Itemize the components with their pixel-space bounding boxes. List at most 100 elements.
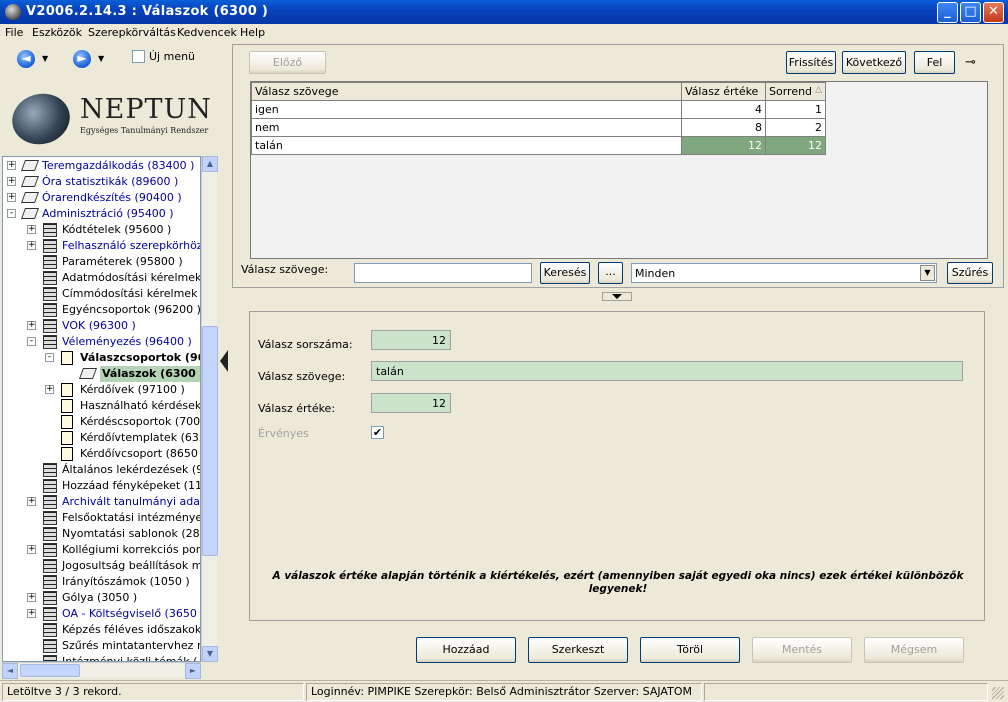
tree-item[interactable]: Felsőoktatási intézmények lis [3,510,200,526]
close-button[interactable]: ✕ [983,2,1004,23]
expand-icon[interactable]: + [27,225,36,234]
cancel-button[interactable]: Mégsem [864,637,964,663]
tree-item[interactable]: Egyéncsoportok (96200 ) [3,302,200,318]
expand-icon[interactable]: + [45,385,54,394]
panel-splitter[interactable] [218,42,230,680]
tree-item[interactable]: + Gólya (3050 ) [3,590,200,606]
column-header-value[interactable]: Válasz értéke [681,82,766,101]
answers-grid[interactable]: Válasz szövege Válasz értéke Sorrend △ i… [250,81,988,259]
expand-icon[interactable]: + [27,609,36,618]
tree-vertical-scrollbar[interactable]: ▲ ▼ [201,156,218,662]
tree-item[interactable]: Válaszok (6300 ) [3,366,200,382]
forward-dropdown-icon[interactable]: ▼ [98,54,104,63]
scroll-right-icon[interactable]: ► [185,663,201,679]
collapse-icon[interactable]: - [7,209,16,218]
tree-item[interactable]: Kérdőívcsoport (8650 ) [3,446,200,462]
collapse-icon[interactable]: - [45,353,54,362]
chevron-down-icon[interactable]: ▼ [920,265,935,281]
value-field[interactable]: 12 [371,393,451,413]
delete-button[interactable]: Töröl [640,637,740,663]
scroll-thumb[interactable] [202,326,218,556]
expand-icon[interactable]: + [27,321,36,330]
tree-item[interactable]: Jogosultság beállítások meg [3,558,200,574]
expand-icon[interactable]: + [27,497,36,506]
menu-role-switch[interactable]: Szerepkörváltás [88,26,176,39]
tree-item[interactable]: - Válaszcsoportok (96 [3,350,200,366]
order-field[interactable]: 12 [371,330,451,350]
tree-item[interactable]: Általános lekérdezések (984 [3,462,200,478]
tree-item[interactable]: Adatmódosítási kérelmek (96 [3,270,200,286]
table-row[interactable]: nem 8 2 [251,118,826,137]
expand-icon[interactable]: + [27,241,36,250]
tree-item[interactable]: Használható kérdések (9 [3,398,200,414]
collapse-detail-handle[interactable] [602,292,632,301]
arrow-right-icon[interactable]: ► [73,50,91,68]
ellipsis-button[interactable]: ... [598,262,623,284]
expand-icon[interactable]: + [7,177,16,186]
filter-button[interactable]: Szűrés [947,262,993,284]
edit-button[interactable]: Szerkeszt [528,637,628,663]
tree-item[interactable]: + Archivált tanulmányi adatok ( [3,494,200,510]
back-dropdown-icon[interactable]: ▼ [42,54,48,63]
tree-item[interactable]: Szűrés mintatantervhez rend [3,638,200,654]
up-button[interactable]: Fel [914,51,955,74]
minimize-button[interactable]: _ [937,2,958,23]
arrow-left-icon[interactable]: ◄ [17,50,35,68]
tree-item[interactable]: Címmódosítási kérelmek (96 [3,286,200,302]
prev-button[interactable]: Előző [249,51,326,74]
search-input[interactable] [354,263,532,283]
table-row-selected[interactable]: talán 12 12 [251,136,826,155]
scroll-down-icon[interactable]: ▼ [202,646,218,662]
add-button[interactable]: Hozzáad [416,637,516,663]
tree-item[interactable]: + VOK (96300 ) [3,318,200,334]
tree-item[interactable]: + Kollégiumi korrekciós pontok [3,542,200,558]
tree-item[interactable]: Kérdéscsoportok (700 ) [3,414,200,430]
filter-select[interactable]: Minden ▼ [631,263,937,283]
expand-icon[interactable]: + [7,193,16,202]
tree-item[interactable]: Képzés féléves időszakok (4 [3,622,200,638]
save-button[interactable]: Mentés [752,637,852,663]
valid-checkbox[interactable]: ✔ [371,426,384,439]
tree-item[interactable]: Hozzáad fényképeket (1140 [3,478,200,494]
navigation-tree[interactable]: + Teremgazdálkodás (83400 ) + Óra statiszti… [2,156,201,662]
refresh-button[interactable]: Frissítés [786,51,836,74]
text-field[interactable]: talán [371,361,963,381]
menu-favorites[interactable]: Kedvencek [177,26,237,39]
maximize-button[interactable]: □ [960,2,981,23]
tree-item[interactable]: - Véleményezés (96400 ) [3,334,200,350]
resize-grip-icon[interactable] [992,687,1004,699]
tree-item[interactable]: + Teremgazdálkodás (83400 ) [3,158,200,174]
tree-item[interactable]: Irányítószámok (1050 ) [3,574,200,590]
tree-item[interactable]: + Óra statisztikák (89600 ) [3,174,200,190]
scroll-left-icon[interactable]: ◄ [2,663,18,679]
menu-tools[interactable]: Eszközök [32,26,82,39]
menu-help[interactable]: Help [240,26,265,39]
tree-item[interactable]: Kérdőívtemplatek (6350 [3,430,200,446]
table-row[interactable]: igen 4 1 [251,100,826,119]
tree-item[interactable]: + Órarendkészítés (90400 ) [3,190,200,206]
next-button[interactable]: Következő [842,51,906,74]
scroll-up-icon[interactable]: ▲ [202,156,218,172]
new-menu-checkbox[interactable] [132,50,145,63]
tree-item[interactable]: + OA - Költségviselő (3650 ) [3,606,200,622]
collapse-down-icon[interactable] [612,294,622,299]
search-button[interactable]: Keresés [540,262,590,284]
tree-horizontal-scrollbar[interactable]: ◄ ► [2,662,201,679]
hscroll-thumb[interactable] [20,664,80,677]
column-header-order[interactable]: Sorrend △ [765,82,826,101]
tree-item[interactable]: Nyomtatási sablonok (28000 [3,526,200,542]
expand-icon[interactable]: + [27,545,36,554]
expand-icon[interactable]: + [27,593,36,602]
menu-file[interactable]: File [5,26,23,39]
tree-item[interactable]: Intézményi közli témák ( [3,654,200,661]
expand-icon[interactable]: + [7,161,16,170]
tree-item[interactable]: Paraméterek (95800 ) [3,254,200,270]
collapse-left-icon[interactable] [220,350,228,372]
pin-icon[interactable]: ⊸ [965,55,976,70]
tree-item[interactable]: - Adminisztráció (95400 ) [3,206,200,222]
column-header-text[interactable]: Válasz szövege [251,82,682,101]
collapse-icon[interactable]: - [27,337,36,346]
tree-item[interactable]: + Kérdőívek (97100 ) [3,382,200,398]
tree-item[interactable]: + Kódtételek (95600 ) [3,222,200,238]
tree-item[interactable]: + Felhasználó szerepkörhöz re [3,238,200,254]
